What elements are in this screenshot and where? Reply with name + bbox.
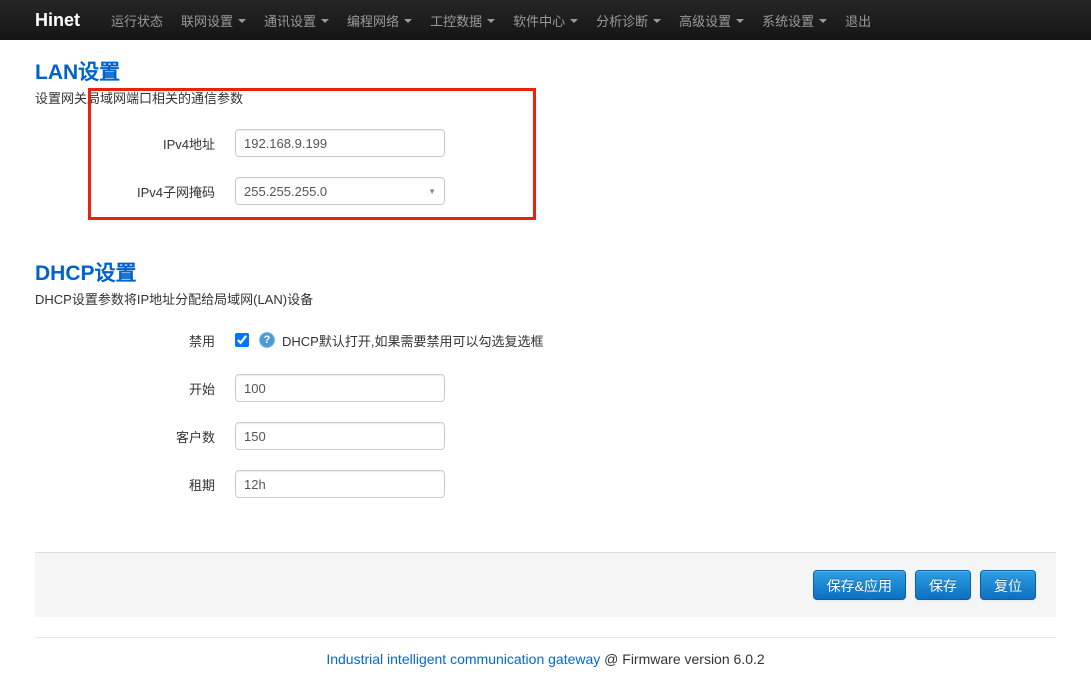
nav-item-advanced-settings[interactable]: 高级设置 — [670, 0, 753, 40]
save-apply-button[interactable]: 保存&应用 — [813, 570, 906, 600]
nav-item-label: 工控数据 — [430, 11, 482, 30]
top-navbar: Hinet 运行状态 联网设置 通讯设置 编程网络 工控数据 软件中心 分析诊断… — [0, 0, 1091, 40]
dhcp-form: 禁用 ? DHCP默认打开,如果需要禁用可以勾选复选框 开始 客户数 租期 — [35, 330, 1056, 498]
chevron-down-icon — [653, 19, 661, 23]
chevron-down-icon — [238, 19, 246, 23]
dhcp-section-title: DHCP设置 — [35, 261, 1056, 287]
dhcp-lease-label: 租期 — [35, 475, 215, 494]
nav-item-software-center[interactable]: 软件中心 — [504, 0, 587, 40]
lan-section-description: 设置网关局域网端口相关的通信参数 — [35, 91, 1056, 107]
dhcp-clients-row: 客户数 — [35, 422, 1056, 450]
firmware-version-text: @ Firmware version 6.0.2 — [600, 651, 764, 667]
nav-item-analysis-diagnosis[interactable]: 分析诊断 — [587, 0, 670, 40]
page-footer: Industrial intelligent communication gat… — [0, 651, 1091, 667]
ipv4-netmask-label: IPv4子网掩码 — [35, 182, 215, 201]
dhcp-start-label: 开始 — [35, 379, 215, 398]
dhcp-section-description: DHCP设置参数将IP地址分配给局域网(LAN)设备 — [35, 292, 1056, 308]
dhcp-disable-checkbox[interactable] — [235, 333, 249, 347]
help-question-icon: ? — [259, 332, 275, 348]
chevron-down-icon — [736, 19, 744, 23]
nav-item-industrial-data[interactable]: 工控数据 — [421, 0, 504, 40]
nav-item-label: 通讯设置 — [264, 11, 316, 30]
nav-item-network-settings[interactable]: 联网设置 — [172, 0, 255, 40]
save-button[interactable]: 保存 — [915, 570, 971, 600]
chevron-down-icon — [404, 19, 412, 23]
nav-item-label: 退出 — [845, 11, 871, 30]
dhcp-disable-label: 禁用 — [35, 331, 215, 350]
lan-form: IPv4地址 IPv4子网掩码 255.255.255.0 ▼ — [35, 129, 1056, 205]
dhcp-start-row: 开始 — [35, 374, 1056, 402]
reset-button[interactable]: 复位 — [980, 570, 1036, 600]
ipv4-address-input[interactable] — [235, 129, 445, 157]
nav-item-label: 运行状态 — [111, 11, 163, 30]
ipv4-netmask-select[interactable]: 255.255.255.0 ▼ — [235, 177, 445, 205]
form-actions-bar: 保存&应用 保存 复位 — [35, 552, 1056, 617]
dhcp-start-input[interactable] — [235, 374, 445, 402]
ipv4-netmask-row: IPv4子网掩码 255.255.255.0 ▼ — [35, 177, 1056, 205]
nav-item-system-settings[interactable]: 系统设置 — [753, 0, 836, 40]
ipv4-address-row: IPv4地址 — [35, 129, 1056, 157]
nav-item-label: 分析诊断 — [596, 11, 648, 30]
nav-item-logout[interactable]: 退出 — [836, 0, 880, 40]
chevron-down-icon — [321, 19, 329, 23]
ipv4-netmask-selected-value: 255.255.255.0 — [244, 184, 327, 199]
nav-item-label: 软件中心 — [513, 11, 565, 30]
main-content: LAN设置 设置网关局域网端口相关的通信参数 IPv4地址 IPv4子网掩码 2… — [0, 60, 1091, 498]
nav-item-label: 系统设置 — [762, 11, 814, 30]
nav-item-communication-settings[interactable]: 通讯设置 — [255, 0, 338, 40]
nav-item-label: 高级设置 — [679, 11, 731, 30]
chevron-down-icon — [570, 19, 578, 23]
chevron-down-icon — [819, 19, 827, 23]
lan-section-title: LAN设置 — [35, 60, 1056, 86]
dhcp-clients-label: 客户数 — [35, 427, 215, 446]
dhcp-lease-input[interactable] — [235, 470, 445, 498]
nav-item-label: 编程网络 — [347, 11, 399, 30]
gateway-footer-link[interactable]: Industrial intelligent communication gat… — [326, 651, 600, 667]
dhcp-lease-row: 租期 — [35, 470, 1056, 498]
footer-divider — [35, 637, 1056, 638]
select-caret-icon: ▼ — [428, 187, 436, 196]
nav-item-label: 联网设置 — [181, 11, 233, 30]
dhcp-disable-hint: DHCP默认打开,如果需要禁用可以勾选复选框 — [282, 331, 543, 350]
brand-logo[interactable]: Hinet — [35, 10, 80, 31]
nav-item-running-status[interactable]: 运行状态 — [102, 0, 172, 40]
chevron-down-icon — [487, 19, 495, 23]
ipv4-address-label: IPv4地址 — [35, 134, 215, 153]
dhcp-clients-input[interactable] — [235, 422, 445, 450]
dhcp-disable-row: 禁用 ? DHCP默认打开,如果需要禁用可以勾选复选框 — [35, 330, 1056, 350]
nav-item-programming-network[interactable]: 编程网络 — [338, 0, 421, 40]
